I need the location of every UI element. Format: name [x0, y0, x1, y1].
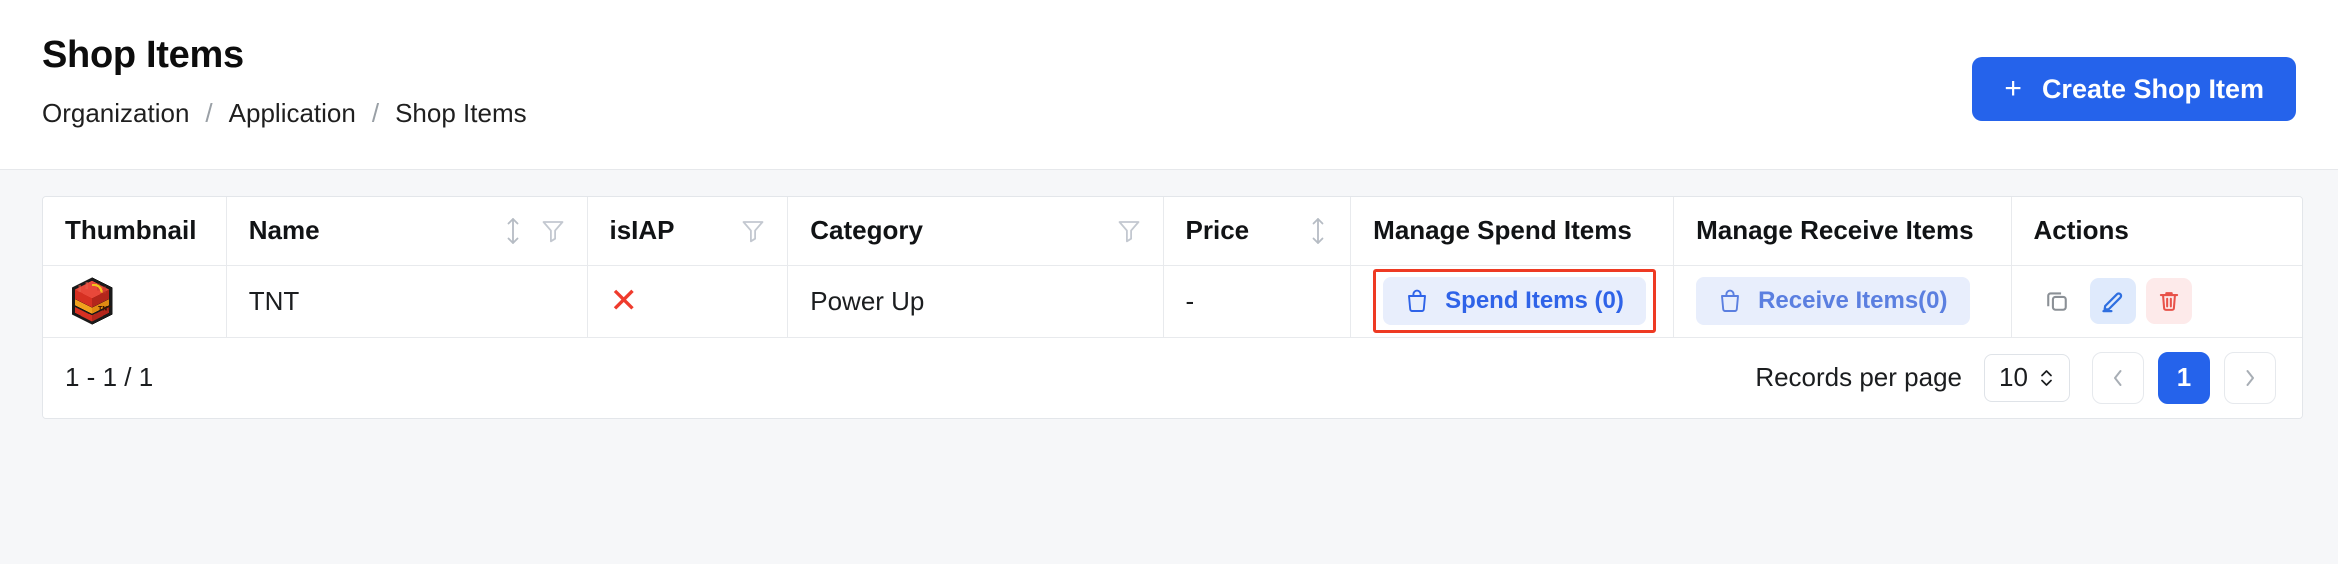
table-header: Thumbnail Name isIAP Category Price Mana… — [43, 197, 2302, 266]
edit-pencil-icon — [2099, 288, 2126, 315]
page-title: Shop Items — [42, 34, 244, 76]
sort-icon[interactable] — [1308, 216, 1328, 246]
spend-items-button[interactable]: Spend Items (0) — [1383, 277, 1646, 325]
create-shop-item-label: Create Shop Item — [2041, 73, 2264, 104]
copy-button[interactable] — [2034, 278, 2080, 324]
cell-thumbnail: TNT — [43, 265, 227, 338]
row-actions — [2034, 278, 2280, 324]
column-header-isiap: isIAP — [587, 197, 789, 266]
chevron-left-icon — [2108, 367, 2128, 389]
column-header-thumbnail-label: Thumbnail — [65, 215, 197, 246]
column-header-actions: Actions — [2011, 197, 2302, 266]
table-body: TNT TNT ✕ Power Up - Spend Items (0) Rec… — [43, 265, 2302, 338]
page-button-1[interactable]: 1 — [2158, 351, 2210, 404]
records-per-page-label: Records per page — [1755, 362, 1962, 392]
column-header-name: Name — [226, 197, 588, 266]
cell-name: TNT — [226, 265, 588, 338]
edit-button[interactable] — [2089, 278, 2136, 324]
cell-isiap: ✕ — [587, 265, 789, 338]
column-header-manage-spend-items: Manage Spend Items — [1350, 197, 1675, 266]
column-header-category-label: Category — [810, 215, 923, 246]
breadcrumb-item-shop-items[interactable]: Shop Items — [395, 100, 527, 126]
next-page-button[interactable] — [2224, 351, 2276, 404]
sort-icon[interactable] — [503, 216, 523, 246]
shop-items-table: Thumbnail Name isIAP Category Price Mana… — [43, 197, 2302, 338]
filter-icon[interactable] — [1117, 218, 1141, 244]
shopping-bag-icon — [1718, 288, 1742, 314]
shop-items-table-card: Thumbnail Name isIAP Category Price Mana… — [42, 196, 2303, 419]
chevron-right-icon — [2240, 367, 2260, 389]
receive-items-button[interactable]: Receive Items(0) — [1696, 277, 1970, 325]
cell-actions — [2011, 265, 2302, 338]
spend-items-highlight: Spend Items (0) — [1373, 269, 1656, 333]
column-header-manage-receive-items-label: Manage Receive Items — [1696, 215, 1974, 246]
records-per-page-select[interactable]: 10 — [1984, 353, 2070, 402]
cell-manage-spend-items: Spend Items (0) — [1350, 265, 1675, 338]
column-header-category: Category — [787, 197, 1164, 266]
plus-icon: + — [2004, 72, 2022, 105]
tnt-block-thumbnail: TNT — [71, 277, 112, 325]
page-header: Shop Items Organization / Application / … — [0, 0, 2338, 170]
trash-icon — [2156, 288, 2182, 314]
cell-category: Power Up — [787, 265, 1164, 338]
chevron-updown-icon — [2038, 366, 2055, 390]
table-header-row: Thumbnail Name isIAP Category Price Mana… — [43, 197, 2302, 266]
column-header-actions-label: Actions — [2033, 215, 2129, 246]
column-header-manage-spend-items-label: Manage Spend Items — [1373, 215, 1632, 246]
cell-price: - — [1163, 265, 1352, 338]
delete-button[interactable] — [2145, 278, 2192, 324]
table-row: TNT TNT ✕ Power Up - Spend Items (0) Rec… — [43, 265, 2302, 338]
breadcrumb-item-application[interactable]: Application — [229, 100, 356, 126]
filter-icon[interactable] — [541, 218, 565, 244]
record-range: 1 - 1 / 1 — [65, 362, 154, 392]
spend-items-label: Spend Items (0) — [1445, 287, 1624, 314]
filter-icon[interactable] — [741, 218, 765, 244]
column-header-thumbnail: Thumbnail — [43, 197, 227, 266]
column-header-name-label: Name — [248, 215, 320, 246]
shopping-bag-icon — [1405, 288, 1429, 314]
content-area: Thumbnail Name isIAP Category Price Mana… — [0, 170, 2338, 564]
receive-items-label: Receive Items(0) — [1758, 287, 1948, 314]
breadcrumb-separator: / — [371, 97, 380, 128]
column-header-manage-receive-items: Manage Receive Items — [1673, 197, 2012, 266]
pagination-controls: Records per page 10 1 — [1755, 351, 2276, 404]
prev-page-button[interactable] — [2092, 351, 2144, 404]
breadcrumb: Organization / Application / Shop Items — [42, 100, 2296, 126]
breadcrumb-item-organization[interactable]: Organization — [42, 100, 189, 126]
copy-icon — [2043, 287, 2071, 315]
price-value: - — [1185, 285, 1195, 316]
create-shop-item-button[interactable]: + Create Shop Item — [1972, 57, 2296, 121]
breadcrumb-separator: / — [205, 97, 213, 128]
records-per-page-value: 10 — [1999, 362, 2028, 392]
svg-text:TNT: TNT — [98, 305, 112, 312]
cross-icon: ✕ — [609, 281, 639, 320]
column-header-isiap-label: isIAP — [609, 215, 675, 246]
column-header-price-label: Price — [1185, 215, 1250, 246]
page-buttons: 1 — [2092, 351, 2276, 404]
column-header-price: Price — [1163, 197, 1352, 266]
cell-manage-receive-items: Receive Items(0) — [1673, 265, 2012, 338]
table-footer: 1 - 1 / 1 Records per page 10 1 — [43, 337, 2302, 418]
